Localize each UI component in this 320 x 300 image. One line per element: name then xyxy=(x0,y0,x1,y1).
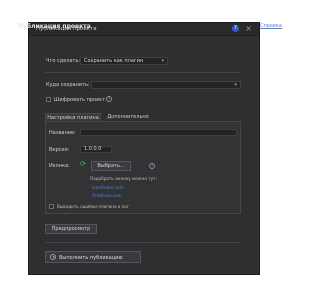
version-value: 1.0.0.0 xyxy=(84,146,102,152)
preview-button[interactable]: Предпросмотр xyxy=(45,224,97,234)
log-errors-label: Выводить ошибки плагина в лог xyxy=(57,204,130,209)
question-icon[interactable]: ? xyxy=(149,163,155,169)
refresh-icon: ⟳ xyxy=(80,160,86,168)
play-icon xyxy=(50,254,56,260)
question-icon[interactable]: ? xyxy=(232,25,239,32)
tab-plugin-settings[interactable]: Настройки плагина xyxy=(45,113,101,121)
link-findicons[interactable]: FindIcons.com xyxy=(92,193,122,198)
log-errors-checkbox[interactable] xyxy=(49,204,54,209)
link-iconfinder[interactable]: IconFinder.com xyxy=(92,185,124,190)
choose-button-label: Выбрать... xyxy=(97,163,125,169)
tab-label: Дополнительно xyxy=(107,114,149,120)
separator xyxy=(45,72,241,73)
action-label: Что сделать: xyxy=(46,58,81,64)
choose-icon-button[interactable]: Выбрать... xyxy=(91,161,131,171)
tab-additional[interactable]: Дополнительно xyxy=(103,113,153,121)
name-field[interactable] xyxy=(80,129,237,136)
version-field[interactable]: 1.0.0.0 xyxy=(80,146,112,153)
icon-label: Иконка: xyxy=(49,163,70,169)
action-select-value: Сохранить как плагин xyxy=(84,58,144,64)
close-icon[interactable]: × xyxy=(245,24,252,34)
page-title: Публикация проекта xyxy=(18,23,91,30)
version-label: Версия: xyxy=(49,147,70,153)
encrypt-label: Шифровать проект xyxy=(54,97,106,103)
action-select[interactable]: Сохранить как плагин ▾ xyxy=(80,57,168,65)
help-link[interactable]: Справка xyxy=(260,23,282,29)
separator xyxy=(45,242,241,243)
run-publish-button[interactable]: Выполнить публикацию xyxy=(45,251,141,263)
run-button-label: Выполнить публикацию xyxy=(59,255,123,261)
encrypt-checkbox[interactable] xyxy=(46,97,51,102)
save-to-label: Куда сохранить: xyxy=(46,82,90,88)
icon-hint: Подобрать иконку можно тут: xyxy=(90,176,157,181)
chevron-down-icon: ▾ xyxy=(234,82,237,88)
name-label: Название: xyxy=(49,130,76,136)
question-icon[interactable]: ? xyxy=(106,96,112,102)
preview-button-label: Предпросмотр xyxy=(51,226,91,232)
chevron-down-icon: ▾ xyxy=(161,58,164,64)
save-to-select[interactable]: ▾ xyxy=(91,81,241,89)
